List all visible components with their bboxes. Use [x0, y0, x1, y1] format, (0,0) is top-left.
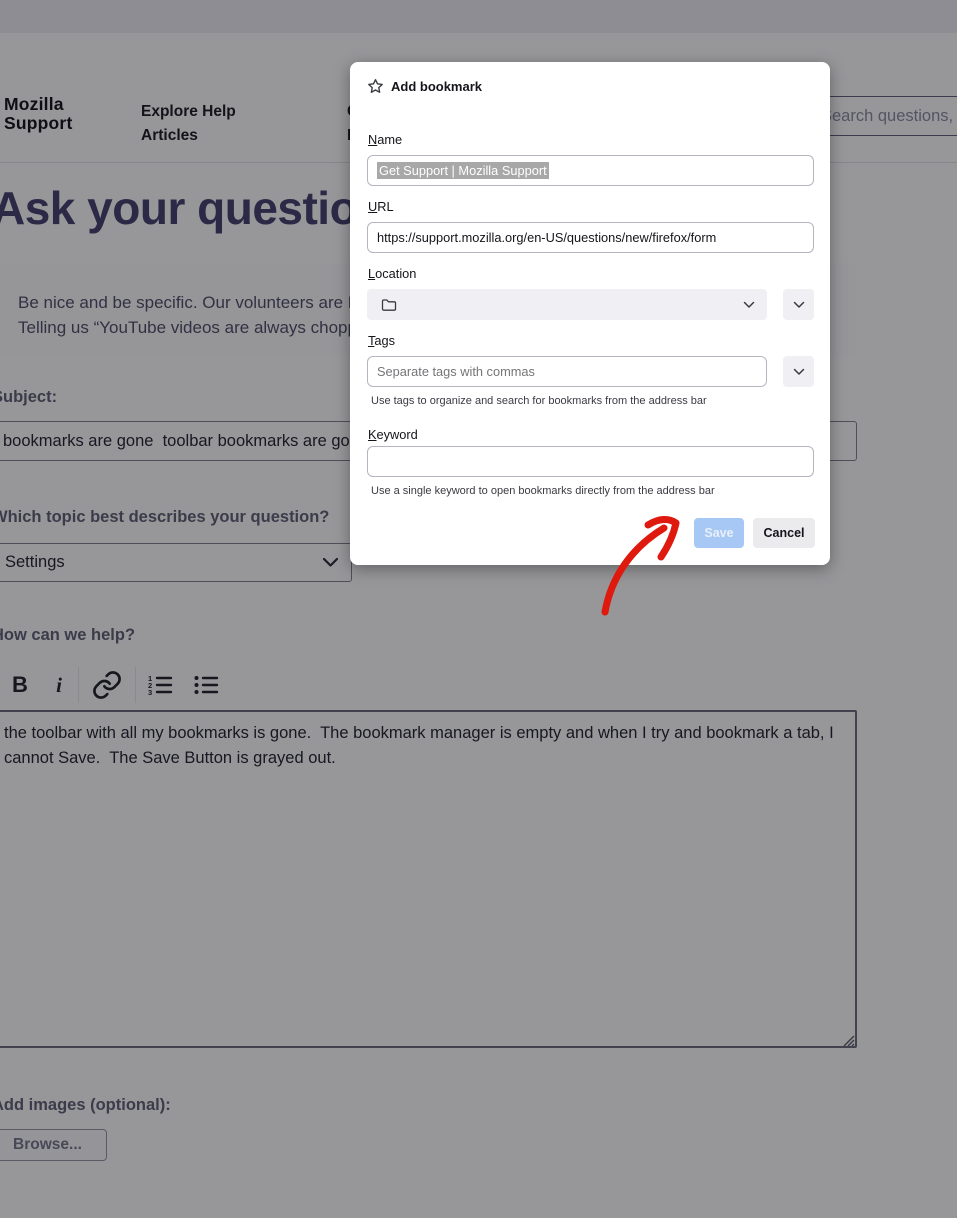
keyword-label: Keyword [368, 427, 418, 442]
chevron-down-icon [793, 301, 804, 308]
keyword-input[interactable] [367, 446, 814, 477]
dialog-header: Add bookmark [367, 78, 482, 95]
location-label: Location [368, 266, 417, 281]
save-button[interactable]: Save [694, 518, 744, 548]
location-expand-button[interactable] [783, 289, 814, 320]
add-bookmark-dialog: Add bookmark Name Get Support | Mozilla … [350, 62, 830, 565]
selected-text: Get Support | Mozilla Support [377, 162, 549, 179]
screenshot-root: Mozilla Support Explore Help Articles Co… [0, 0, 957, 1218]
bookmark-url-input[interactable]: https://support.mozilla.org/en-US/questi… [367, 222, 814, 253]
keyword-helper-text: Use a single keyword to open bookmarks d… [371, 485, 715, 497]
chevron-down-icon [743, 301, 755, 308]
name-label: Name [368, 132, 403, 147]
chevron-down-icon [793, 368, 804, 375]
tags-label: Tags [368, 333, 396, 348]
bookmark-star-icon [368, 79, 383, 93]
url-label: URL [368, 199, 394, 214]
bookmark-name-input[interactable]: Get Support | Mozilla Support [367, 155, 814, 186]
dialog-title: Add bookmark [391, 79, 483, 94]
tags-input[interactable] [367, 356, 767, 387]
location-select[interactable] [367, 289, 767, 320]
url-value: https://support.mozilla.org/en-US/questi… [377, 230, 717, 245]
folder-icon [381, 298, 397, 311]
cancel-button[interactable]: Cancel [753, 518, 815, 548]
tags-helper-text: Use tags to organize and search for book… [371, 395, 707, 407]
tags-expand-button[interactable] [783, 356, 814, 387]
